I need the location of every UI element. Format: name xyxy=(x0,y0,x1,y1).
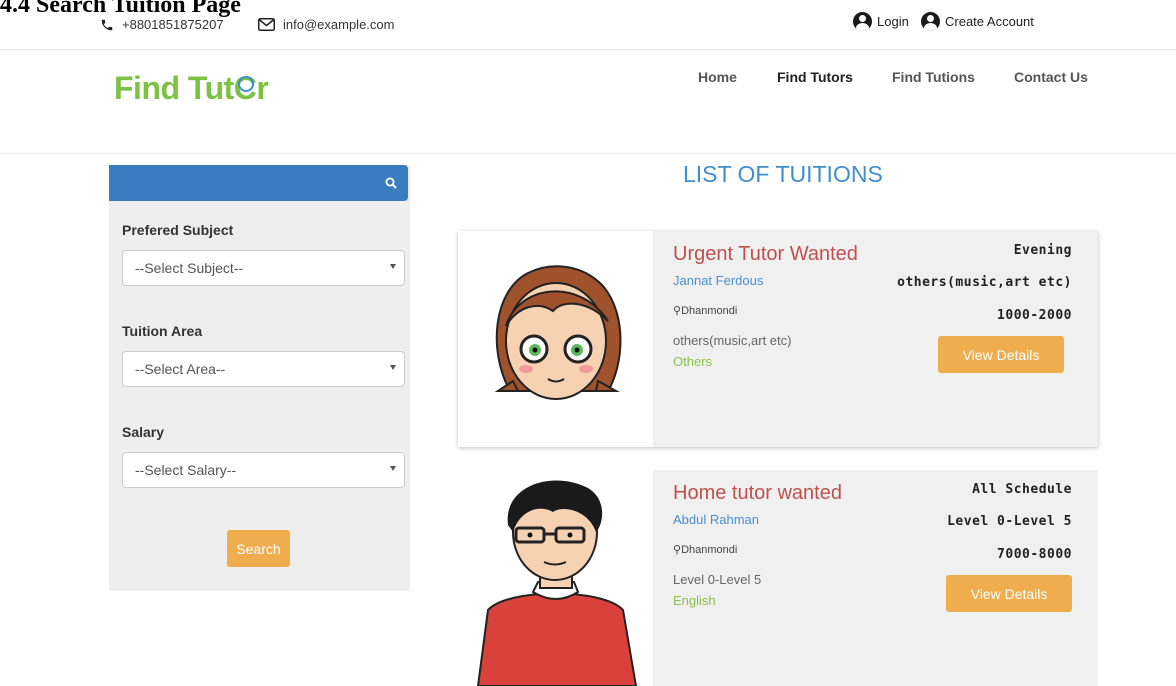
login-label: Login xyxy=(877,14,909,29)
poster-name[interactable]: Jannat Ferdous xyxy=(673,273,763,288)
search-sidebar: Prefered Subject --Select Subject-- Tuit… xyxy=(109,165,410,591)
tuition-location: ⚲Dhanmondi xyxy=(673,544,738,556)
search-submit-button[interactable] xyxy=(374,165,408,201)
area-label: Tuition Area xyxy=(122,323,203,339)
caret-down-icon xyxy=(390,365,396,370)
area-select[interactable]: --Select Area-- xyxy=(122,351,405,387)
phone-icon xyxy=(101,19,113,30)
logo-text-end: r xyxy=(256,70,269,106)
list-title: LIST OF TUITIONS xyxy=(683,161,883,187)
avatar xyxy=(458,231,653,447)
login-link[interactable]: Login xyxy=(853,12,909,31)
girl-avatar-illustration xyxy=(494,265,622,400)
salary-select[interactable]: --Select Salary-- xyxy=(122,452,405,488)
logo-magnifier-mark: C xyxy=(233,70,257,106)
top-bar: +8801851875207 info@example.com Login Cr… xyxy=(0,0,1176,50)
subject-select[interactable]: --Select Subject-- xyxy=(122,250,405,286)
search-icon xyxy=(385,177,397,189)
tuition-card: Urgent Tutor Wanted Jannat Ferdous ⚲Dhan… xyxy=(458,231,1098,447)
poster-name[interactable]: Abdul Rahman xyxy=(673,512,759,527)
tuition-schedule: All Schedule xyxy=(972,482,1072,497)
tuition-class: others(music,art etc) xyxy=(897,275,1072,290)
tuition-schedule: Evening xyxy=(1013,243,1072,258)
salary-select-value: --Select Salary-- xyxy=(135,462,237,478)
search-button[interactable]: Search xyxy=(227,530,290,567)
nav-contact-us[interactable]: Contact Us xyxy=(1014,69,1088,85)
map-pin-icon: ⚲ xyxy=(673,544,682,556)
tuition-class: Level 0-Level 5 xyxy=(947,514,1072,529)
phone-contact: +8801851875207 xyxy=(100,17,224,32)
phone-number: +8801851875207 xyxy=(122,17,224,32)
tuition-title[interactable]: Home tutor wanted xyxy=(673,482,842,505)
nav-find-tutors[interactable]: Find Tutors xyxy=(777,69,853,85)
email-address: info@example.com xyxy=(283,17,395,32)
tuition-salary: 7000-8000 xyxy=(997,547,1072,562)
nav-home[interactable]: Home xyxy=(698,69,737,85)
tuition-level: Level 0-Level 5 xyxy=(673,572,762,587)
nav-find-tutions[interactable]: Find Tutions xyxy=(892,69,975,85)
tuition-level: others(music,art etc) xyxy=(673,333,792,348)
logo-text-start: Find Tut xyxy=(114,70,234,106)
tuition-card: Home tutor wanted Abdul Rahman ⚲Dhanmond… xyxy=(458,470,1098,686)
tuition-subject: Others xyxy=(673,354,713,369)
tuition-salary: 1000-2000 xyxy=(997,308,1072,323)
map-pin-icon: ⚲ xyxy=(673,305,682,317)
subject-label: Prefered Subject xyxy=(122,222,234,238)
create-account-link[interactable]: Create Account xyxy=(921,12,1034,31)
salary-label: Salary xyxy=(122,424,165,440)
caret-down-icon xyxy=(390,264,396,269)
tuition-title[interactable]: Urgent Tutor Wanted xyxy=(673,243,858,266)
avatar xyxy=(458,470,653,686)
caret-down-icon xyxy=(390,466,396,471)
search-input[interactable] xyxy=(109,165,374,201)
site-logo[interactable]: Find TutCr xyxy=(114,70,269,107)
site-header: Find TutCr Home Find Tutors Find Tutions… xyxy=(0,51,1176,154)
tuition-location: ⚲Dhanmondi xyxy=(673,305,738,317)
tuition-subject: English xyxy=(673,593,716,608)
view-details-button[interactable]: View Details xyxy=(946,575,1072,612)
envelope-icon xyxy=(258,18,275,31)
create-account-label: Create Account xyxy=(945,14,1034,29)
user-circle-icon xyxy=(921,12,940,31)
email-contact: info@example.com xyxy=(258,17,394,32)
view-details-button[interactable]: View Details xyxy=(938,336,1064,373)
boy-avatar-illustration xyxy=(476,480,638,686)
area-select-value: --Select Area-- xyxy=(135,361,226,377)
subject-select-value: --Select Subject-- xyxy=(135,260,244,276)
user-circle-icon xyxy=(853,12,872,31)
